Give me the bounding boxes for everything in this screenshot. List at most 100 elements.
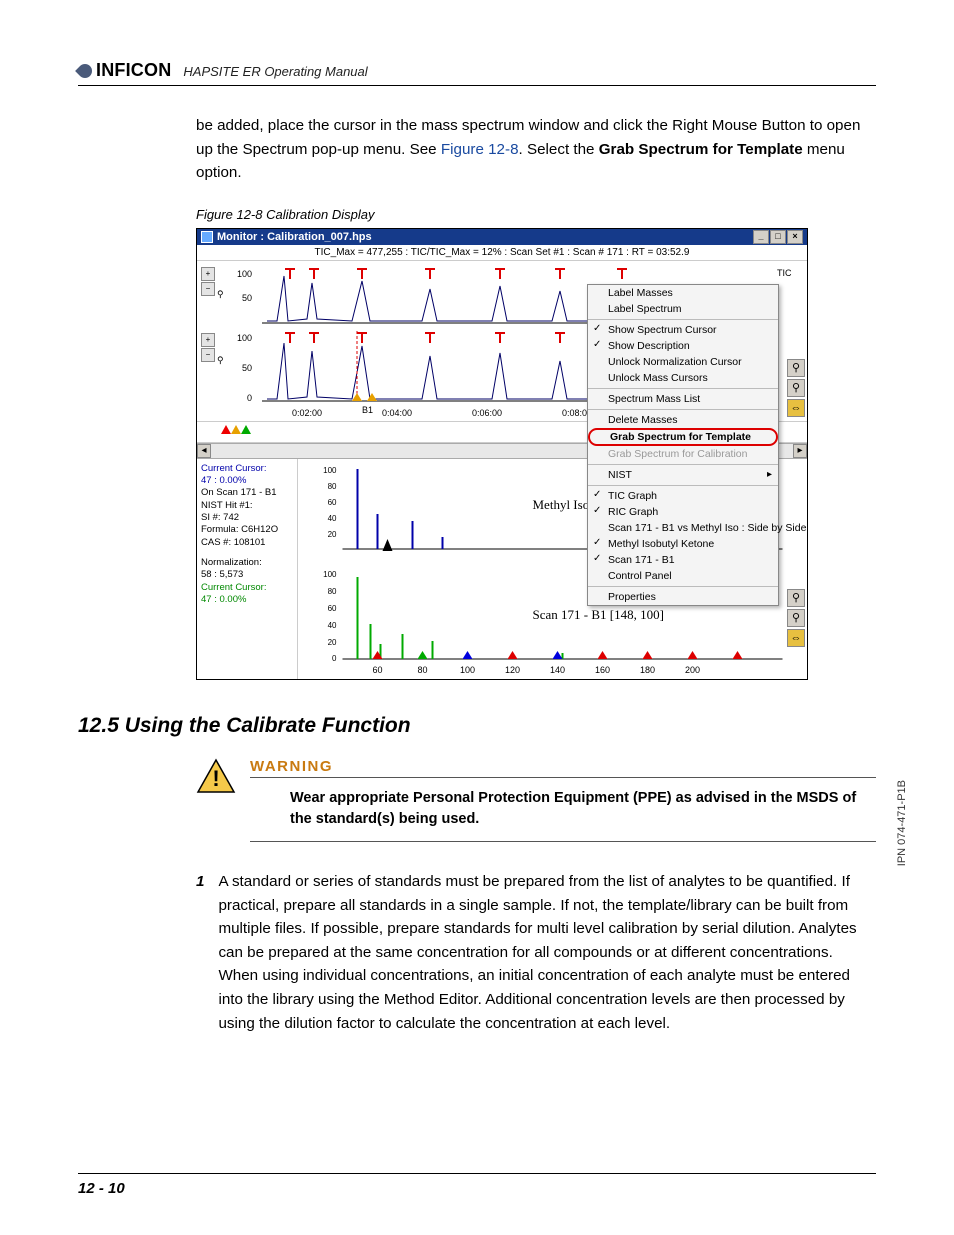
chart-tool-buttons[interactable]: ⚲ ⚲ ⇔ xyxy=(787,359,805,417)
minimize-button[interactable]: _ xyxy=(753,230,769,244)
tic-legend-label: TIC xyxy=(777,268,792,278)
menu-grab-spectrum-calibration[interactable]: Grab Spectrum for Calibration xyxy=(588,446,778,462)
section-heading: 12.5 Using the Calibrate Function xyxy=(78,714,876,738)
figure-crossref-link[interactable]: Figure 12-8 xyxy=(441,141,519,158)
page-number: 12 - 10 xyxy=(78,1180,125,1197)
svg-text:20: 20 xyxy=(328,530,337,539)
warning-icon: ! xyxy=(196,758,236,799)
menu-spectrum-mass-list[interactable]: Spectrum Mass List xyxy=(588,391,778,407)
svg-text:0:06:00: 0:06:00 xyxy=(472,408,502,418)
zoom-in-icon[interactable]: ⚲ xyxy=(787,589,805,607)
menu-ric-graph[interactable]: RIC Graph xyxy=(588,504,778,520)
warning-text: Wear appropriate Personal Protection Equ… xyxy=(290,788,876,832)
info-line: SI #: 742 xyxy=(201,512,293,524)
figure-caption: Figure 12-8 Calibration Display xyxy=(196,207,876,222)
zoom-in-icon[interactable]: ⚲ xyxy=(787,359,805,377)
menu-control-panel[interactable]: Control Panel xyxy=(588,568,778,584)
svg-text:60: 60 xyxy=(372,665,382,675)
step-number: 1 xyxy=(196,870,204,1035)
menu-properties[interactable]: Properties xyxy=(588,589,778,605)
menu-scan-vs-methyl[interactable]: Scan 171 - B1 vs Methyl Iso : Side by Si… xyxy=(588,520,778,536)
menu-unlock-norm-cursor[interactable]: Unlock Normalization Cursor xyxy=(588,354,778,370)
close-button[interactable]: × xyxy=(787,230,803,244)
spectrum-context-menu[interactable]: Label Masses Label Spectrum Show Spectru… xyxy=(587,284,779,606)
scroll-right-icon[interactable]: ▸ xyxy=(793,444,807,458)
intro-paragraph: be added, place the cursor in the mass s… xyxy=(196,114,876,185)
svg-text:140: 140 xyxy=(550,665,565,675)
svg-text:0: 0 xyxy=(332,654,337,663)
svg-text:B1: B1 xyxy=(362,405,373,415)
menu-label-masses[interactable]: Label Masses xyxy=(588,285,778,301)
spectrum-info-panel: Current Cursor: 47 : 0.00% On Scan 171 -… xyxy=(197,459,298,679)
app-icon xyxy=(201,231,213,243)
svg-text:100: 100 xyxy=(323,570,337,579)
calibration-display-figure: Monitor : Calibration_007.hps _ □ × TIC_… xyxy=(196,228,808,680)
svg-text:0:02:00: 0:02:00 xyxy=(292,408,322,418)
manual-title: HAPSITE ER Operating Manual xyxy=(183,64,367,81)
axis-zoom-icon[interactable]: ⚲ xyxy=(217,289,224,300)
step-text: A standard or series of standards must b… xyxy=(218,870,876,1035)
info-line: 47 : 0.00% xyxy=(201,594,293,606)
menu-delete-masses[interactable]: Delete Masses xyxy=(588,412,778,428)
info-line: On Scan 171 - B1 xyxy=(201,487,293,499)
svg-text:160: 160 xyxy=(595,665,610,675)
svg-text:0:04:00: 0:04:00 xyxy=(382,408,412,418)
svg-text:100: 100 xyxy=(237,269,252,279)
svg-text:60: 60 xyxy=(328,604,337,613)
zoom-out-icon[interactable]: ⚲ xyxy=(787,379,805,397)
chart-status-line: TIC_Max = 477,255 : TIC/TIC_Max = 12% : … xyxy=(197,245,807,261)
svg-text:80: 80 xyxy=(328,587,337,596)
maximize-button[interactable]: □ xyxy=(770,230,786,244)
svg-text:200: 200 xyxy=(685,665,700,675)
info-line: CAS #: 108101 xyxy=(201,537,293,549)
menu-tic-graph[interactable]: TIC Graph xyxy=(588,488,778,504)
svg-text:50: 50 xyxy=(242,363,252,373)
zoom-out-icon[interactable]: ⚲ xyxy=(787,609,805,627)
axis-zoom-icon[interactable]: ⚲ xyxy=(217,355,224,366)
info-line: Normalization: xyxy=(201,557,293,569)
svg-text:80: 80 xyxy=(417,665,427,675)
menu-show-description[interactable]: Show Description xyxy=(588,338,778,354)
fit-icon[interactable]: ⇔ xyxy=(787,399,805,417)
info-line: 47 : 0.00% xyxy=(201,475,293,487)
spectrum-tool-buttons[interactable]: ⚲ ⚲ ⇔ xyxy=(787,589,805,647)
info-line: Formula: C6H12O xyxy=(201,524,293,536)
window-titlebar[interactable]: Monitor : Calibration_007.hps _ □ × xyxy=(197,229,807,245)
svg-text:180: 180 xyxy=(640,665,655,675)
info-line: Current Cursor: xyxy=(201,463,293,475)
axis-buttons-top[interactable]: +− xyxy=(201,267,215,297)
page-footer: 12 - 10 xyxy=(78,1173,876,1197)
info-line: Current Cursor: xyxy=(201,582,293,594)
warning-block: ! WARNING Wear appropriate Personal Prot… xyxy=(196,758,876,853)
window-title: Monitor : Calibration_007.hps xyxy=(217,231,372,243)
svg-text:!: ! xyxy=(212,766,219,791)
menu-grab-spectrum-template[interactable]: Grab Spectrum for Template xyxy=(588,428,778,446)
fit-icon[interactable]: ⇔ xyxy=(787,629,805,647)
intro-bold: Grab Spectrum for Template xyxy=(599,141,803,158)
info-line: NIST Hit #1: xyxy=(201,500,293,512)
svg-text:100: 100 xyxy=(323,466,337,475)
svg-text:100: 100 xyxy=(460,665,475,675)
marker-triangles[interactable] xyxy=(221,425,251,434)
scroll-left-icon[interactable]: ◂ xyxy=(197,444,211,458)
menu-scan-b1[interactable]: Scan 171 - B1 xyxy=(588,552,778,568)
svg-text:80: 80 xyxy=(328,482,337,491)
page-header: INFICON HAPSITE ER Operating Manual xyxy=(78,60,876,86)
axis-buttons-mid[interactable]: +− xyxy=(201,333,215,363)
brand-logo: INFICON xyxy=(78,60,171,81)
svg-text:100: 100 xyxy=(237,333,252,343)
logo-glyph-icon xyxy=(75,61,95,81)
svg-text:0: 0 xyxy=(247,393,252,403)
svg-text:60: 60 xyxy=(328,498,337,507)
menu-methyl-iso[interactable]: Methyl Isobutyl Ketone xyxy=(588,536,778,552)
scan-name-label: Scan 171 - B1 [148, 100] xyxy=(533,607,664,622)
menu-unlock-mass-cursors[interactable]: Unlock Mass Cursors xyxy=(588,370,778,386)
svg-text:50: 50 xyxy=(242,293,252,303)
svg-text:20: 20 xyxy=(328,638,337,647)
menu-label-spectrum[interactable]: Label Spectrum xyxy=(588,301,778,317)
svg-text:40: 40 xyxy=(328,514,337,523)
menu-nist[interactable]: NIST xyxy=(588,467,778,483)
svg-text:120: 120 xyxy=(505,665,520,675)
warning-label: WARNING xyxy=(250,758,876,775)
menu-show-spectrum-cursor[interactable]: Show Spectrum Cursor xyxy=(588,322,778,338)
